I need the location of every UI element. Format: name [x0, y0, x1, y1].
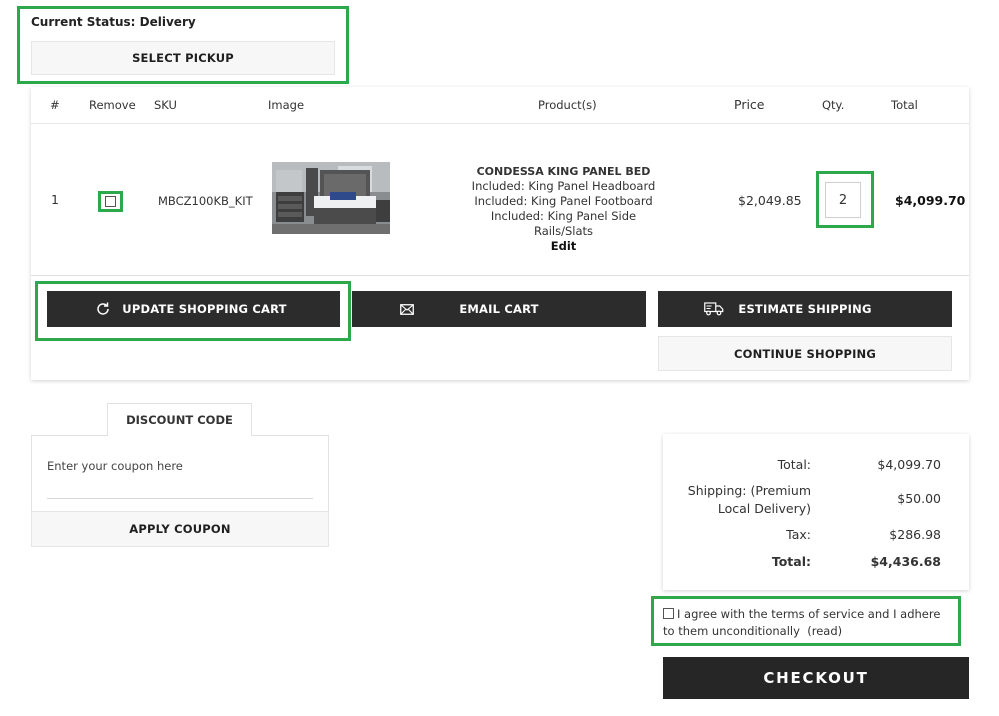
- email-cart-label: EMAIL CART: [459, 302, 539, 316]
- terms-text: I agree with the terms of service and I …: [663, 607, 941, 638]
- select-pickup-button[interactable]: SELECT PICKUP: [31, 41, 335, 75]
- estimate-shipping-button[interactable]: ESTIMATE SHIPPING: [658, 291, 952, 327]
- header-image: Image: [268, 98, 305, 112]
- envelope-icon: [400, 291, 414, 327]
- update-cart-label: UPDATE SHOPPING CART: [122, 302, 287, 316]
- estimate-shipping-label: ESTIMATE SHIPPING: [738, 302, 872, 316]
- header-sku: SKU: [154, 98, 177, 112]
- continue-shopping-button[interactable]: CONTINUE SHOPPING: [658, 336, 952, 371]
- quantity-input[interactable]: 2: [825, 182, 861, 218]
- coupon-input[interactable]: [47, 454, 313, 499]
- header-qty: Qty.: [822, 98, 845, 112]
- product-image[interactable]: [272, 162, 390, 234]
- tax-label: Tax:: [786, 527, 811, 542]
- row-divider: [31, 275, 969, 276]
- remove-checkbox[interactable]: [105, 196, 116, 207]
- terms-checkbox[interactable]: [663, 608, 674, 619]
- product-details: CONDESSA KING PANEL BED Included: King P…: [461, 164, 666, 254]
- row-number: 1: [51, 192, 59, 207]
- terms-read-link[interactable]: (read): [807, 624, 842, 638]
- tax-value: $286.98: [889, 527, 941, 542]
- included-line: Included: King Panel Side Rails/Slats: [490, 209, 637, 238]
- email-cart-button[interactable]: EMAIL CART: [352, 291, 646, 327]
- header-products: Product(s): [538, 98, 597, 112]
- bedroom-photo: [272, 162, 390, 234]
- header-total: Total: [891, 98, 918, 112]
- header-remove: Remove: [89, 98, 136, 112]
- terms-agreement: I agree with the terms of service and I …: [663, 606, 955, 640]
- refresh-icon: [95, 291, 111, 327]
- included-line: Included: King Panel Footboard: [474, 194, 653, 208]
- shipping-value: $50.00: [897, 491, 941, 506]
- subtotal-value: $4,099.70: [877, 457, 941, 472]
- discount-panel: APPLY COUPON: [31, 435, 329, 547]
- update-cart-button[interactable]: UPDATE SHOPPING CART: [47, 291, 340, 327]
- header-divider: [31, 123, 969, 124]
- order-totals: Total: $4,099.70 Shipping: (Premium Loca…: [663, 434, 969, 590]
- product-name: CONDESSA KING PANEL BED: [476, 165, 651, 178]
- current-status-label: Current Status: Delivery: [31, 15, 196, 29]
- shipping-label: Shipping: (Premium Local Delivery): [687, 483, 811, 516]
- truck-icon: [704, 291, 724, 327]
- header-price: Price: [734, 97, 765, 112]
- cart-table: # Remove SKU Image Product(s) Price Qty.…: [31, 87, 969, 380]
- row-sku: MBCZ100KB_KIT: [158, 194, 253, 208]
- discount-code-tab[interactable]: DISCOUNT CODE: [107, 403, 252, 436]
- subtotal-label: Total:: [777, 457, 811, 472]
- header-num: #: [50, 98, 60, 112]
- checkout-button[interactable]: CHECKOUT: [663, 657, 969, 699]
- row-total: $4,099.70: [895, 193, 966, 208]
- row-price: $2,049.85: [738, 193, 802, 208]
- edit-link[interactable]: Edit: [461, 239, 666, 254]
- apply-coupon-button[interactable]: APPLY COUPON: [31, 511, 329, 547]
- included-line: Included: King Panel Headboard: [471, 179, 656, 193]
- grand-total-label: Total:: [771, 554, 811, 569]
- grand-total-value: $4,436.68: [870, 554, 941, 569]
